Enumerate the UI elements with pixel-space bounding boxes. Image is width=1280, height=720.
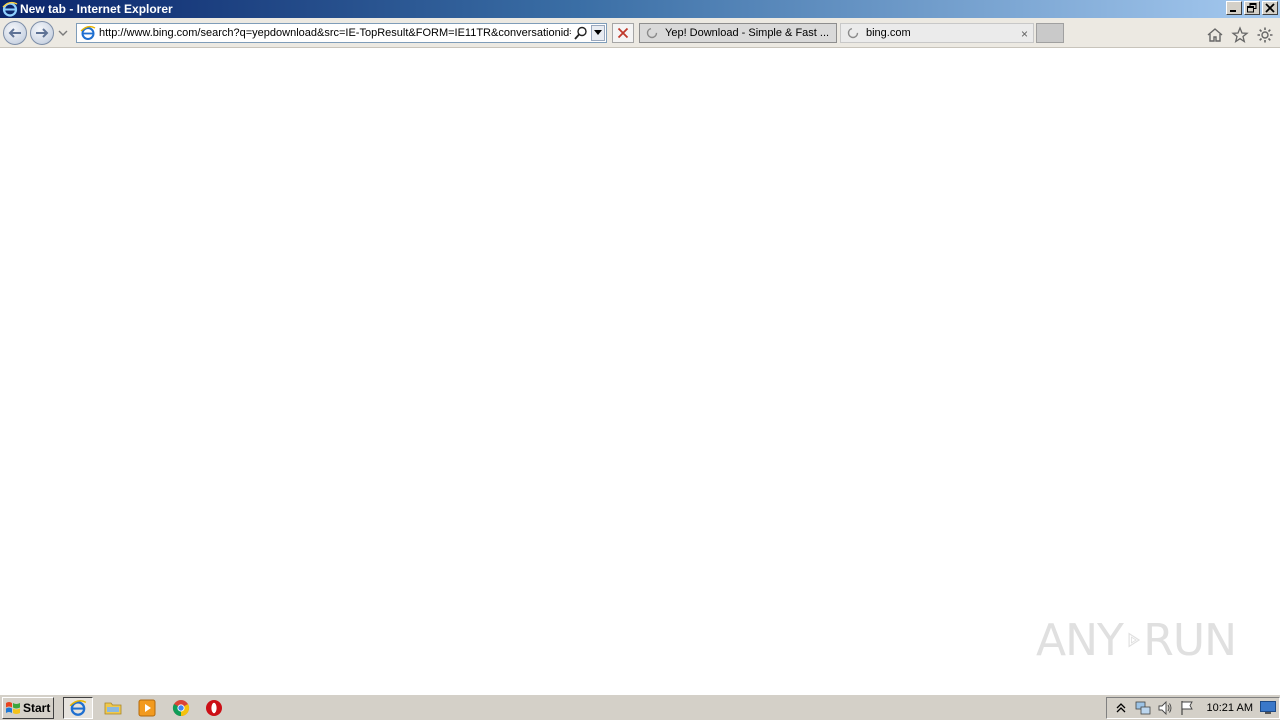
close-icon (1265, 3, 1275, 13)
minimize-icon (1230, 10, 1236, 12)
page-content (0, 49, 1280, 694)
url-text[interactable]: http://www.bing.com/search?q=yepdownload… (99, 27, 571, 39)
anyrun-watermark: ANY RUN (1036, 608, 1237, 672)
show-desktop-icon[interactable] (1260, 701, 1276, 715)
title-bar: New tab - Internet Explorer (0, 0, 1280, 18)
address-dropdown-button[interactable] (591, 25, 605, 41)
chrome-icon (172, 700, 190, 717)
back-button[interactable] (3, 21, 27, 45)
close-tab-icon[interactable]: × (1021, 27, 1028, 41)
play-logo-icon (1128, 632, 1141, 648)
address-bar[interactable]: http://www.bing.com/search?q=yepdownload… (76, 23, 607, 43)
forward-arrow-icon (36, 28, 49, 38)
media-player-icon (138, 699, 156, 717)
search-icon[interactable] (573, 25, 589, 41)
stop-button[interactable] (612, 23, 634, 43)
action-center-flag-icon[interactable] (1179, 700, 1195, 716)
folder-icon (104, 702, 122, 715)
watermark-text-left: ANY (1036, 614, 1124, 666)
taskbar-media-player-button[interactable] (137, 698, 157, 718)
recent-pages-chevron-down-icon[interactable] (58, 29, 68, 37)
taskbar: Start 10:21 AM (0, 694, 1280, 720)
start-button[interactable]: Start (2, 697, 54, 719)
loading-spinner-icon (847, 27, 859, 39)
taskbar-ie-button[interactable] (63, 697, 93, 719)
home-icon[interactable] (1206, 26, 1224, 44)
volume-icon[interactable] (1157, 700, 1173, 716)
clock[interactable]: 10:21 AM (1207, 702, 1253, 714)
chevron-down-icon (594, 30, 602, 35)
new-tab-button[interactable] (1036, 23, 1064, 43)
network-icon[interactable] (1135, 700, 1151, 716)
ie-icon (69, 700, 87, 716)
tab-label: Yep! Download - Simple & Fast ... (665, 27, 830, 39)
ie-page-icon (80, 25, 96, 40)
toolbar-right-icons (1206, 26, 1274, 44)
stop-x-icon (617, 27, 629, 39)
loading-spinner-icon (646, 27, 658, 39)
gear-icon[interactable] (1256, 26, 1274, 44)
windows-flag-icon (6, 702, 20, 714)
navigation-bar: http://www.bing.com/search?q=yepdownload… (0, 18, 1280, 48)
taskbar-chrome-button[interactable] (171, 698, 191, 718)
tray-expand-chevron-up-icon[interactable] (1113, 700, 1129, 716)
system-tray: 10:21 AM (1106, 697, 1280, 719)
forward-button[interactable] (30, 21, 54, 45)
restore-icon (1247, 3, 1257, 13)
taskbar-opera-button[interactable] (204, 698, 224, 718)
taskbar-explorer-button[interactable] (103, 698, 123, 718)
window-controls (1226, 1, 1278, 15)
restore-button[interactable] (1244, 1, 1260, 15)
watermark-text-right: RUN (1143, 614, 1237, 666)
opera-icon (206, 700, 222, 716)
close-window-button[interactable] (1262, 1, 1278, 15)
ie-logo-icon (2, 1, 18, 17)
window-title: New tab - Internet Explorer (20, 2, 173, 16)
start-label: Start (23, 701, 51, 715)
tab-yep-download[interactable]: Yep! Download - Simple & Fast ... (639, 23, 837, 43)
star-icon[interactable] (1231, 26, 1249, 44)
tab-label: bing.com (866, 27, 911, 39)
minimize-button[interactable] (1226, 1, 1242, 15)
back-arrow-icon (8, 28, 21, 38)
tab-bing[interactable]: bing.com × (840, 23, 1034, 43)
